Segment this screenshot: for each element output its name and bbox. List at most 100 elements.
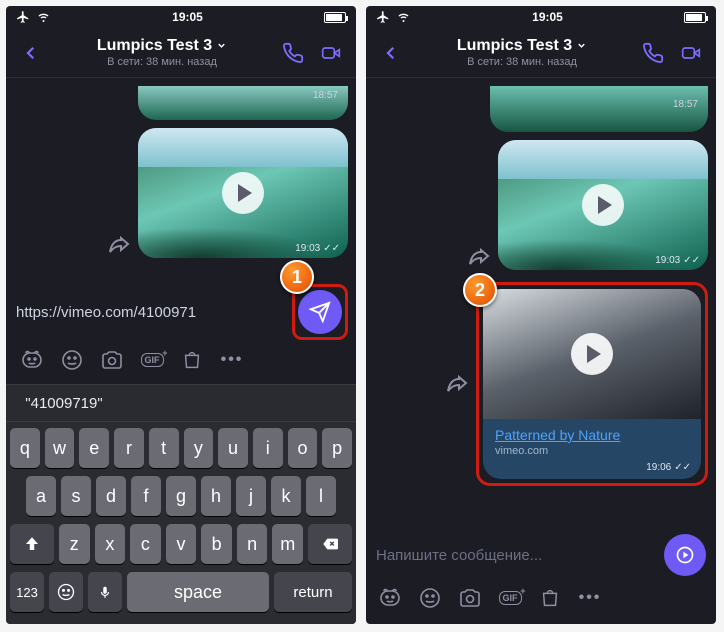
key-v[interactable]: v [166,524,197,564]
airplane-mode-icon [16,10,30,24]
sticker-icon[interactable] [372,580,408,616]
chat-title-row[interactable]: Lumpics Test 3 [457,36,587,55]
chat-header: Lumpics Test 3 В сети: 38 мин. назад [366,28,716,78]
read-status-icon: ✓✓ [683,255,700,266]
key-y[interactable]: y [184,428,214,468]
key-emoji[interactable] [49,572,83,612]
key-t[interactable]: t [149,428,179,468]
video-call-button[interactable] [674,36,708,70]
key-q[interactable]: q [10,428,40,468]
video-message[interactable]: 19:03 ✓✓ [498,140,708,270]
link-preview-title[interactable]: Patterned by Nature [495,427,689,443]
emoji-icon[interactable] [54,342,90,378]
key-d[interactable]: d [96,476,126,516]
key-m[interactable]: m [272,524,303,564]
step-badge-1: 1 [280,260,314,294]
key-return[interactable]: return [274,572,352,612]
gif-icon[interactable]: GIF+ [134,342,170,378]
more-icon[interactable]: ••• [214,342,250,378]
message-input[interactable] [14,298,286,327]
send-button[interactable] [298,290,342,334]
key-space[interactable]: space [127,572,269,612]
chat-body[interactable]: 18:57 19:03 ✓✓ [6,78,356,278]
key-u[interactable]: u [218,428,248,468]
message-time: 19:03 [655,255,680,266]
read-status-icon: ✓✓ [674,462,691,473]
chat-body[interactable]: 18:57 19:03 ✓✓ 2 [366,78,716,524]
camera-icon[interactable] [94,342,130,378]
message-time: 19:03 [295,243,320,254]
step-badge-2: 2 [463,273,497,307]
key-c[interactable]: c [130,524,161,564]
status-bar: 19:05 [366,6,716,28]
forward-icon[interactable] [466,244,492,270]
message-input-bar: 1 GIF+ ••• [6,278,356,384]
chevron-down-icon [576,40,587,51]
key-b[interactable]: b [201,524,232,564]
key-k[interactable]: k [271,476,301,516]
key-j[interactable]: j [236,476,266,516]
emoji-icon[interactable] [412,580,448,616]
key-s[interactable]: s [61,476,91,516]
key-p[interactable]: p [322,428,352,468]
prev-message-partial[interactable]: 18:57 [138,86,348,120]
message-input-bar: Напишите сообщение... [366,524,716,580]
prev-message-partial[interactable]: 18:57 [490,86,708,132]
status-time: 19:05 [411,10,684,24]
video-message[interactable]: 19:03 ✓✓ [138,128,348,258]
keyboard-row-1: q w e r t y u i o p [10,428,352,468]
key-x[interactable]: x [95,524,126,564]
video-call-button[interactable] [314,36,348,70]
play-icon[interactable] [571,333,613,375]
gif-icon[interactable]: GIF+ [492,580,528,616]
screenshot-left: 19:05 Lumpics Test 3 В сети: 38 мин. наз… [6,6,356,624]
key-z[interactable]: z [59,524,90,564]
forward-icon[interactable] [444,371,470,397]
keyboard-suggestion[interactable]: "41009719" [6,395,122,412]
voice-call-button[interactable] [276,36,310,70]
wifi-icon [396,11,411,23]
key-f[interactable]: f [131,476,161,516]
voice-call-button[interactable] [636,36,670,70]
key-n[interactable]: n [237,524,268,564]
back-button[interactable] [14,36,48,70]
key-a[interactable]: a [26,476,56,516]
play-icon[interactable] [582,184,624,226]
screenshot-right: 19:05 Lumpics Test 3 В сети: 38 мин. наз… [366,6,716,624]
forward-icon[interactable] [106,232,132,258]
chat-subtitle: В сети: 38 мин. назад [52,56,272,69]
key-g[interactable]: g [166,476,196,516]
wifi-icon [36,11,51,23]
back-button[interactable] [374,36,408,70]
message-input-placeholder[interactable]: Напишите сообщение... [376,547,664,564]
ios-keyboard: q w e r t y u i o p a s d f g h j k l z [6,422,356,624]
key-l[interactable]: l [306,476,336,516]
key-o[interactable]: o [288,428,318,468]
key-shift[interactable] [10,524,54,564]
link-preview-card[interactable]: Patterned by Nature vimeo.com 19:06 ✓✓ [483,289,701,479]
key-e[interactable]: e [79,428,109,468]
key-w[interactable]: w [45,428,75,468]
battery-icon [684,12,706,23]
voice-message-button[interactable] [664,534,706,576]
key-numbers[interactable]: 123 [10,572,44,612]
shop-icon[interactable] [174,342,210,378]
message-time: 19:06 [646,462,671,473]
chat-title-row[interactable]: Lumpics Test 3 [97,36,227,55]
link-preview-domain: vimeo.com [495,445,689,457]
camera-icon[interactable] [452,580,488,616]
chevron-down-icon [216,40,227,51]
status-bar: 19:05 [6,6,356,28]
shop-icon[interactable] [532,580,568,616]
play-icon[interactable] [222,172,264,214]
key-backspace[interactable] [308,524,352,564]
more-icon[interactable]: ••• [572,580,608,616]
sticker-icon[interactable] [14,342,50,378]
read-status-icon: ✓✓ [323,243,340,254]
key-r[interactable]: r [114,428,144,468]
key-h[interactable]: h [201,476,231,516]
chat-subtitle: В сети: 38 мин. назад [412,56,632,69]
battery-icon [324,12,346,23]
key-i[interactable]: i [253,428,283,468]
key-dictation[interactable] [88,572,122,612]
